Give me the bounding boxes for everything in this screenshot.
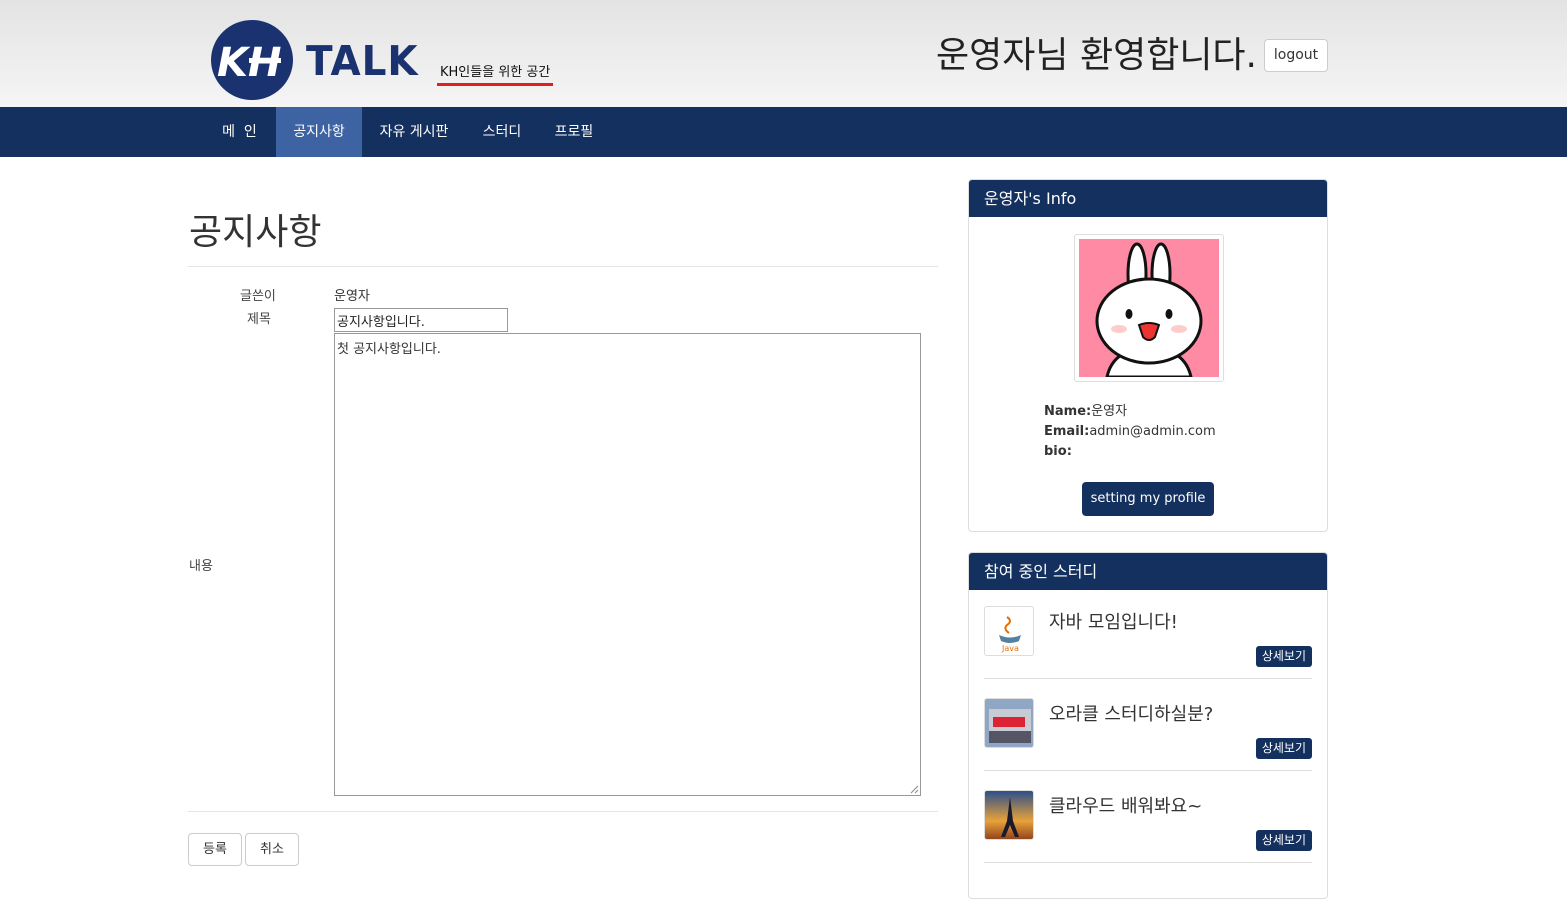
eiffel-tower-icon[interactable] — [984, 790, 1034, 840]
submit-button[interactable]: 등록 — [188, 833, 242, 866]
study-title[interactable]: 클라우드 배워봐요~ — [1049, 795, 1202, 819]
nav-item-main[interactable]: 메 인 — [203, 107, 276, 157]
study-panel: 참여 중인 스터디 Java 자바 모임입니다! 상세보기 오라클 스터디하실분… — [968, 552, 1328, 899]
writer-value: 운영자 — [334, 289, 370, 304]
divider — [188, 266, 938, 267]
nav-item-notice[interactable]: 공지사항 — [276, 107, 362, 157]
list-item: Java 자바 모임입니다! 상세보기 — [984, 591, 1312, 679]
java-logo-icon[interactable]: Java — [984, 606, 1034, 656]
setting-profile-button[interactable]: setting my profile — [1082, 482, 1214, 516]
avatar — [1074, 234, 1224, 382]
email-label: Email: — [1044, 424, 1090, 439]
resize-grip-icon[interactable] — [909, 784, 919, 794]
detail-button[interactable]: 상세보기 — [1255, 830, 1312, 851]
oracle-building-icon[interactable] — [984, 698, 1034, 748]
bio-label: bio: — [1044, 444, 1072, 459]
study-title[interactable]: 자바 모임입니다! — [1049, 611, 1178, 635]
divider — [188, 811, 938, 812]
subject-label: 제목 — [247, 312, 271, 327]
info-name: Name:운영자 — [1044, 402, 1127, 422]
welcome-message: 운영자님 환영합니다. — [936, 35, 1257, 76]
panel-title: 참여 중인 스터디 — [969, 553, 1327, 590]
nav-item-free-board[interactable]: 자유 게시판 — [362, 107, 466, 157]
name-value: 운영자 — [1091, 404, 1128, 419]
info-bio: bio: — [1044, 442, 1072, 462]
detail-button[interactable]: 상세보기 — [1255, 738, 1312, 759]
cancel-button[interactable]: 취소 — [245, 833, 299, 866]
main-navbar: 메 인 공지사항 자유 게시판 스터디 프로필 — [0, 107, 1567, 157]
logout-button[interactable]: logout — [1264, 39, 1328, 72]
list-item: 오라클 스터디하실분? 상세보기 — [984, 683, 1312, 771]
user-info-panel: 운영자's Info Name:운영자 Email:admin@admin.co… — [968, 179, 1328, 532]
study-title[interactable]: 오라클 스터디하실분? — [1049, 703, 1213, 727]
name-label: Name: — [1044, 404, 1092, 419]
svg-text:Java: Java — [1001, 644, 1019, 653]
email-value: admin@admin.com — [1089, 424, 1216, 439]
info-email: Email:admin@admin.com — [1044, 422, 1216, 442]
detail-button[interactable]: 상세보기 — [1255, 646, 1312, 667]
subject-input[interactable] — [334, 308, 508, 332]
content-label: 내용 — [189, 559, 213, 574]
nav-item-study[interactable]: 스터디 — [466, 107, 538, 157]
list-item: 클라우드 배워봐요~ 상세보기 — [984, 775, 1312, 863]
content-textarea[interactable]: 첫 공지사항입니다. — [334, 333, 921, 796]
bunny-avatar-icon — [1079, 239, 1219, 377]
tagline: KH인들을 위한 공간 — [437, 64, 554, 86]
site-header: KH TALK KH인들을 위한 공간 운영자님 환영합니다. logout — [0, 0, 1567, 107]
writer-label: 글쓴이 — [240, 289, 276, 304]
logo-wordmark[interactable]: TALK — [306, 38, 419, 84]
kh-logo-icon[interactable]: KH — [211, 20, 293, 100]
page-title: 공지사항 — [189, 212, 322, 253]
nav-item-profile[interactable]: 프로필 — [538, 107, 610, 157]
panel-title: 운영자's Info — [969, 180, 1327, 217]
